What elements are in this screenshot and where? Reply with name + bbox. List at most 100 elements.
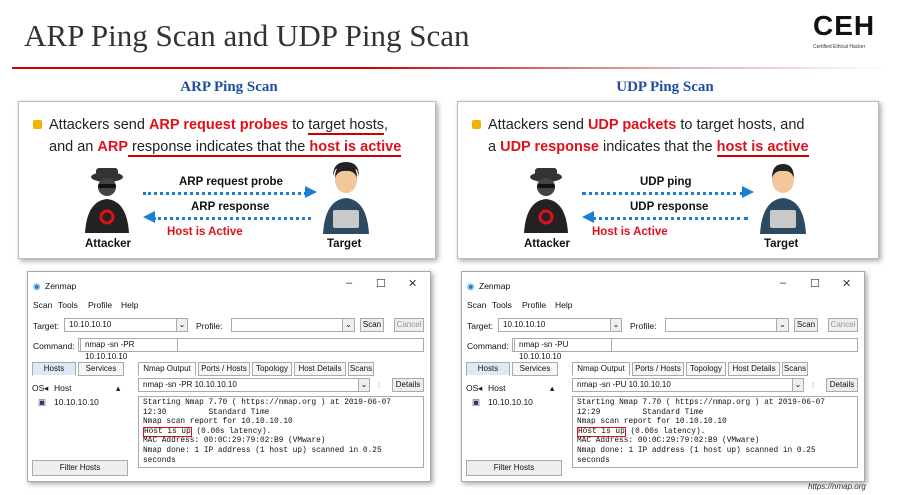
output-line: MAC Address: 00:0C:29:79:02:B9 (VMware): [577, 437, 760, 446]
target-input[interactable]: 10.10.10.10: [498, 318, 622, 332]
cancel-button[interactable]: Cancel: [394, 318, 424, 332]
scan-button[interactable]: Scan: [794, 318, 818, 332]
udp-text-5: UDP response: [500, 139, 599, 155]
tab-scans[interactable]: Scans: [348, 362, 374, 376]
menu-tools[interactable]: Tools: [58, 300, 78, 310]
udp-text-7: host is active: [716, 139, 809, 157]
maximize-button[interactable]: ☐: [376, 277, 386, 290]
chevron-down-icon[interactable]: ⌄: [358, 378, 370, 392]
arrow-right-icon: [742, 186, 754, 198]
sort-left-icon: ◂: [44, 383, 49, 393]
maximize-button[interactable]: ☐: [810, 277, 820, 290]
grip-icon: ⁞: [812, 380, 815, 390]
hosts-button[interactable]: Hosts: [466, 362, 510, 376]
host-column-header[interactable]: Host: [54, 383, 71, 393]
chevron-down-icon[interactable]: ⌄: [342, 318, 355, 332]
tab-ports-hosts[interactable]: Ports / Hosts: [632, 362, 684, 376]
arp-panel: Attackers send ARP request probes to tar…: [18, 101, 436, 259]
output-line: (0.00s latency).: [625, 427, 706, 436]
tab-scans[interactable]: Scans: [782, 362, 808, 376]
output-line: 12:29 Standard Time: [577, 408, 704, 417]
chevron-down-icon[interactable]: ⌄: [610, 318, 622, 332]
sort-up-icon: ▴: [550, 383, 555, 393]
services-button[interactable]: Services: [512, 362, 558, 376]
arp-host-active: Host is Active: [167, 226, 243, 238]
output-line: (0.00s latency).: [191, 427, 272, 436]
host-list-item[interactable]: 10.10.10.10: [54, 397, 99, 407]
os-column-header[interactable]: OS: [32, 383, 44, 393]
arp-probe-label: ARP request probe: [179, 176, 283, 188]
arp-text-3: to: [288, 117, 309, 133]
grip-icon: ⁞: [378, 380, 381, 390]
scan-button[interactable]: Scan: [360, 318, 384, 332]
zenmap-eye-icon: ◉: [467, 281, 475, 291]
profile-select[interactable]: [231, 318, 355, 332]
tab-nmap-output[interactable]: Nmap Output: [138, 362, 196, 376]
udp-text-2: UDP packets: [587, 117, 677, 133]
attacker-label: Attacker: [85, 238, 132, 250]
udp-response-label: UDP response: [630, 201, 709, 213]
response-arrow: [153, 217, 311, 220]
udp-host-active: Host is Active: [592, 226, 668, 238]
host-list-item[interactable]: 10.10.10.10: [488, 397, 533, 407]
host-column-header[interactable]: Host: [488, 383, 505, 393]
minimize-button[interactable]: –: [346, 277, 352, 289]
menu-profile[interactable]: Profile: [88, 300, 112, 310]
profile-select[interactable]: [665, 318, 789, 332]
arrow-left-icon: [582, 211, 594, 223]
arp-text-7: ARP: [97, 139, 129, 155]
bullet-icon: [472, 120, 481, 129]
output-select[interactable]: nmap -sn -PU 10.10.10.10: [572, 378, 804, 392]
menu-tools[interactable]: Tools: [492, 300, 512, 310]
minimize-button[interactable]: –: [780, 277, 786, 289]
menu-help[interactable]: Help: [121, 300, 138, 310]
target-label: Target: [764, 238, 799, 250]
os-column-header[interactable]: OS: [466, 383, 478, 393]
close-button[interactable]: ✕: [408, 277, 417, 290]
chevron-down-icon[interactable]: ⌄: [176, 318, 188, 332]
arp-response-label: ARP response: [191, 201, 270, 213]
menu-help[interactable]: Help: [555, 300, 572, 310]
page-title: ARP Ping Scan and UDP Ping Scan: [24, 18, 470, 53]
menu-scan[interactable]: Scan: [33, 300, 52, 310]
arp-text-1: Attackers send: [49, 117, 149, 133]
close-button[interactable]: ✕: [842, 277, 851, 290]
hosts-button[interactable]: Hosts: [32, 362, 76, 376]
zenmap-eye-icon: ◉: [33, 281, 41, 291]
tab-topology[interactable]: Topology: [252, 362, 292, 376]
filter-hosts-button[interactable]: Filter Hosts: [466, 460, 562, 476]
arp-text-8: response: [128, 139, 192, 157]
sort-left-icon: ◂: [478, 383, 483, 393]
tab-host-details[interactable]: Host Details: [728, 362, 780, 376]
tab-ports-hosts[interactable]: Ports / Hosts: [198, 362, 250, 376]
tab-host-details[interactable]: Host Details: [294, 362, 346, 376]
udp-panel: Attackers send UDP packets to target hos…: [457, 101, 879, 259]
command-value: nmap -sn -PU 10.10.10.10: [514, 338, 612, 361]
details-button[interactable]: Details: [392, 378, 424, 392]
udp-heading: UDP Ping Scan: [616, 79, 714, 95]
attacker-icon: [524, 168, 568, 233]
arp-text-10: host is active: [309, 139, 402, 157]
services-button[interactable]: Services: [78, 362, 124, 376]
cancel-button[interactable]: Cancel: [828, 318, 858, 332]
logo-letters: CEH: [813, 10, 876, 41]
command-value: nmap -sn -PR 10.10.10.10: [80, 338, 178, 361]
tab-nmap-output[interactable]: Nmap Output: [572, 362, 630, 376]
output-select[interactable]: nmap -sn -PR 10.10.10.10: [138, 378, 370, 392]
target-label: Target:: [467, 321, 493, 331]
host-is-up-highlight: Host is up: [143, 426, 192, 437]
bullet-icon: [33, 120, 42, 129]
zenmap-window-arp: ◉ Zenmap – ☐ ✕ Scan Tools Profile Help T…: [27, 271, 431, 482]
details-button[interactable]: Details: [826, 378, 858, 392]
output-line: MAC Address: 00:0C:29:79:02:B9 (VMware): [143, 437, 326, 446]
menu-scan[interactable]: Scan: [467, 300, 486, 310]
chevron-down-icon[interactable]: ⌄: [792, 378, 804, 392]
filter-hosts-button[interactable]: Filter Hosts: [32, 460, 128, 476]
chevron-down-icon[interactable]: ⌄: [776, 318, 789, 332]
ceh-logo: CEH Certified Ethical Hacker: [813, 10, 885, 62]
tab-topology[interactable]: Topology: [686, 362, 726, 376]
target-input[interactable]: 10.10.10.10: [64, 318, 188, 332]
menu-profile[interactable]: Profile: [522, 300, 546, 310]
target-label: Target:: [33, 321, 59, 331]
output-line: Starting Nmap 7.70 ( https://nmap.org ) …: [577, 399, 825, 407]
